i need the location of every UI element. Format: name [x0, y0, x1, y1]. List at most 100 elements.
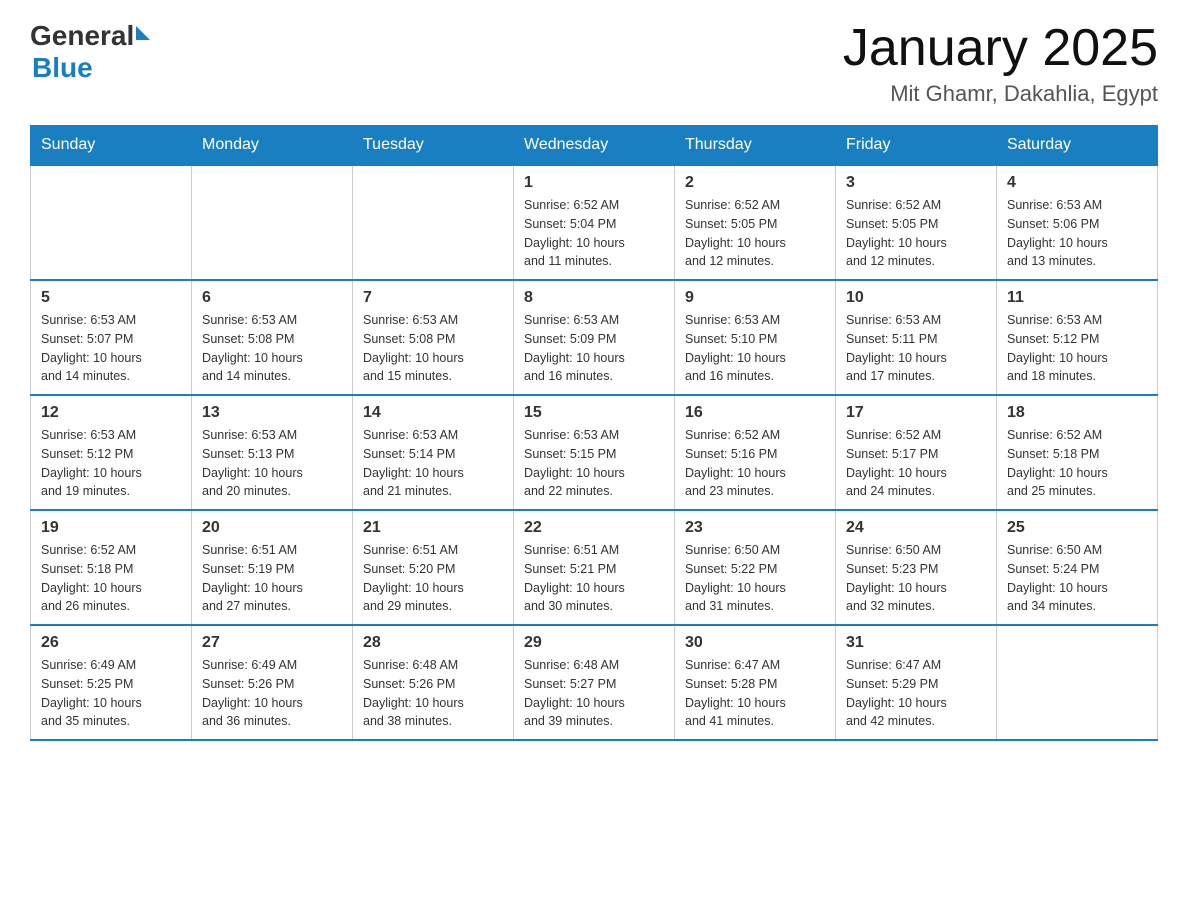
calendar-cell: 9 Sunrise: 6:53 AMSunset: 5:10 PMDaylight…	[675, 280, 836, 395]
calendar-cell: 3 Sunrise: 6:52 AMSunset: 5:05 PMDaylight…	[836, 165, 997, 280]
calendar-cell	[353, 165, 514, 280]
logo-general-text: General	[30, 20, 134, 52]
day-number: 11	[1007, 289, 1147, 307]
day-number: 28	[363, 634, 503, 652]
week-row-1: 1Sunrise: 6:52 AMSunset: 5:04 PMDaylight…	[31, 165, 1158, 280]
header-cell-sunday: Sunday	[31, 126, 192, 166]
day-info: Sunrise: 6:53 AMSunset: 5:14 PMDaylight:…	[363, 426, 503, 501]
calendar-cell: 21 Sunrise: 6:51 AMSunset: 5:20 PMDayligh…	[353, 510, 514, 625]
day-number: 20	[202, 519, 342, 537]
day-number: 5	[41, 289, 181, 307]
title-section: January 2025 Mit Ghamr, Dakahlia, Egypt	[843, 20, 1158, 107]
day-number: 3	[846, 174, 986, 192]
calendar-cell: 15 Sunrise: 6:53 AMSunset: 5:15 PMDayligh…	[514, 395, 675, 510]
day-info: Sunrise: 6:53 AMSunset: 5:11 PMDaylight:…	[846, 311, 986, 386]
day-number: 17	[846, 404, 986, 422]
day-number: 16	[685, 404, 825, 422]
calendar-cell: 29 Sunrise: 6:48 AMSunset: 5:27 PMDayligh…	[514, 625, 675, 740]
calendar-cell: 10Sunrise: 6:53 AMSunset: 5:11 PMDayligh…	[836, 280, 997, 395]
day-info: Sunrise: 6:53 AMSunset: 5:09 PMDaylight:…	[524, 311, 664, 386]
day-number: 1	[524, 174, 664, 192]
day-info: Sunrise: 6:50 AMSunset: 5:23 PMDaylight:…	[846, 541, 986, 616]
calendar-cell: 16 Sunrise: 6:52 AMSunset: 5:16 PMDayligh…	[675, 395, 836, 510]
day-info: Sunrise: 6:47 AMSunset: 5:29 PMDaylight:…	[846, 656, 986, 731]
day-number: 25	[1007, 519, 1147, 537]
day-info: Sunrise: 6:47 AMSunset: 5:28 PMDaylight:…	[685, 656, 825, 731]
week-row-4: 19 Sunrise: 6:52 AMSunset: 5:18 PMDayligh…	[31, 510, 1158, 625]
calendar-cell: 30 Sunrise: 6:47 AMSunset: 5:28 PMDayligh…	[675, 625, 836, 740]
day-info: Sunrise: 6:52 AMSunset: 5:05 PMDaylight:…	[846, 196, 986, 271]
day-info: Sunrise: 6:48 AMSunset: 5:26 PMDaylight:…	[363, 656, 503, 731]
calendar-cell: 18 Sunrise: 6:52 AMSunset: 5:18 PMDayligh…	[997, 395, 1158, 510]
calendar-cell: 28 Sunrise: 6:48 AMSunset: 5:26 PMDayligh…	[353, 625, 514, 740]
day-number: 12	[41, 404, 181, 422]
calendar-cell: 11 Sunrise: 6:53 AMSunset: 5:12 PMDayligh…	[997, 280, 1158, 395]
day-number: 19	[41, 519, 181, 537]
calendar-cell: 6Sunrise: 6:53 AMSunset: 5:08 PMDaylight…	[192, 280, 353, 395]
week-row-2: 5 Sunrise: 6:53 AMSunset: 5:07 PMDaylight…	[31, 280, 1158, 395]
day-number: 22	[524, 519, 664, 537]
day-number: 21	[363, 519, 503, 537]
calendar-cell	[31, 165, 192, 280]
day-info: Sunrise: 6:52 AMSunset: 5:05 PMDaylight:…	[685, 196, 825, 271]
day-number: 31	[846, 634, 986, 652]
calendar-cell: 12 Sunrise: 6:53 AMSunset: 5:12 PMDayligh…	[31, 395, 192, 510]
week-row-5: 26 Sunrise: 6:49 AMSunset: 5:25 PMDayligh…	[31, 625, 1158, 740]
day-number: 8	[524, 289, 664, 307]
header-cell-saturday: Saturday	[997, 126, 1158, 166]
calendar-cell: 26 Sunrise: 6:49 AMSunset: 5:25 PMDayligh…	[31, 625, 192, 740]
calendar-cell	[997, 625, 1158, 740]
day-number: 13	[202, 404, 342, 422]
calendar-cell: 2Sunrise: 6:52 AMSunset: 5:05 PMDaylight…	[675, 165, 836, 280]
day-number: 9	[685, 289, 825, 307]
header-cell-monday: Monday	[192, 126, 353, 166]
day-number: 6	[202, 289, 342, 307]
day-info: Sunrise: 6:52 AMSunset: 5:17 PMDaylight:…	[846, 426, 986, 501]
calendar-subtitle: Mit Ghamr, Dakahlia, Egypt	[843, 81, 1158, 107]
day-info: Sunrise: 6:53 AMSunset: 5:15 PMDaylight:…	[524, 426, 664, 501]
calendar-title: January 2025	[843, 20, 1158, 77]
day-info: Sunrise: 6:53 AMSunset: 5:10 PMDaylight:…	[685, 311, 825, 386]
day-info: Sunrise: 6:51 AMSunset: 5:20 PMDaylight:…	[363, 541, 503, 616]
header-cell-thursday: Thursday	[675, 126, 836, 166]
day-number: 18	[1007, 404, 1147, 422]
logo: General Blue	[30, 20, 150, 84]
day-number: 29	[524, 634, 664, 652]
day-info: Sunrise: 6:51 AMSunset: 5:19 PMDaylight:…	[202, 541, 342, 616]
day-number: 30	[685, 634, 825, 652]
calendar-cell: 31 Sunrise: 6:47 AMSunset: 5:29 PMDayligh…	[836, 625, 997, 740]
day-info: Sunrise: 6:48 AMSunset: 5:27 PMDaylight:…	[524, 656, 664, 731]
day-info: Sunrise: 6:52 AMSunset: 5:18 PMDaylight:…	[1007, 426, 1147, 501]
calendar-cell: 14 Sunrise: 6:53 AMSunset: 5:14 PMDayligh…	[353, 395, 514, 510]
day-number: 27	[202, 634, 342, 652]
day-info: Sunrise: 6:53 AMSunset: 5:12 PMDaylight:…	[1007, 311, 1147, 386]
calendar-body: 1Sunrise: 6:52 AMSunset: 5:04 PMDaylight…	[31, 165, 1158, 740]
week-row-3: 12 Sunrise: 6:53 AMSunset: 5:12 PMDayligh…	[31, 395, 1158, 510]
day-number: 7	[363, 289, 503, 307]
calendar-cell	[192, 165, 353, 280]
day-number: 24	[846, 519, 986, 537]
logo-arrow-icon	[136, 26, 150, 40]
calendar-cell: 4Sunrise: 6:53 AMSunset: 5:06 PMDaylight…	[997, 165, 1158, 280]
calendar-cell: 27Sunrise: 6:49 AMSunset: 5:26 PMDayligh…	[192, 625, 353, 740]
day-number: 15	[524, 404, 664, 422]
day-info: Sunrise: 6:52 AMSunset: 5:16 PMDaylight:…	[685, 426, 825, 501]
calendar-cell: 24 Sunrise: 6:50 AMSunset: 5:23 PMDayligh…	[836, 510, 997, 625]
day-info: Sunrise: 6:53 AMSunset: 5:12 PMDaylight:…	[41, 426, 181, 501]
day-info: Sunrise: 6:53 AMSunset: 5:13 PMDaylight:…	[202, 426, 342, 501]
day-number: 14	[363, 404, 503, 422]
calendar-cell: 23Sunrise: 6:50 AMSunset: 5:22 PMDayligh…	[675, 510, 836, 625]
header-cell-friday: Friday	[836, 126, 997, 166]
day-number: 4	[1007, 174, 1147, 192]
calendar-cell: 22Sunrise: 6:51 AMSunset: 5:21 PMDayligh…	[514, 510, 675, 625]
calendar-cell: 8 Sunrise: 6:53 AMSunset: 5:09 PMDaylight…	[514, 280, 675, 395]
day-number: 26	[41, 634, 181, 652]
day-info: Sunrise: 6:52 AMSunset: 5:18 PMDaylight:…	[41, 541, 181, 616]
calendar-table: SundayMondayTuesdayWednesdayThursdayFrid…	[30, 125, 1158, 741]
page-header: General Blue January 2025 Mit Ghamr, Dak…	[30, 20, 1158, 107]
day-info: Sunrise: 6:53 AMSunset: 5:07 PMDaylight:…	[41, 311, 181, 386]
day-info: Sunrise: 6:53 AMSunset: 5:08 PMDaylight:…	[363, 311, 503, 386]
calendar-cell: 5 Sunrise: 6:53 AMSunset: 5:07 PMDaylight…	[31, 280, 192, 395]
day-info: Sunrise: 6:49 AMSunset: 5:25 PMDaylight:…	[41, 656, 181, 731]
calendar-cell: 13 Sunrise: 6:53 AMSunset: 5:13 PMDayligh…	[192, 395, 353, 510]
